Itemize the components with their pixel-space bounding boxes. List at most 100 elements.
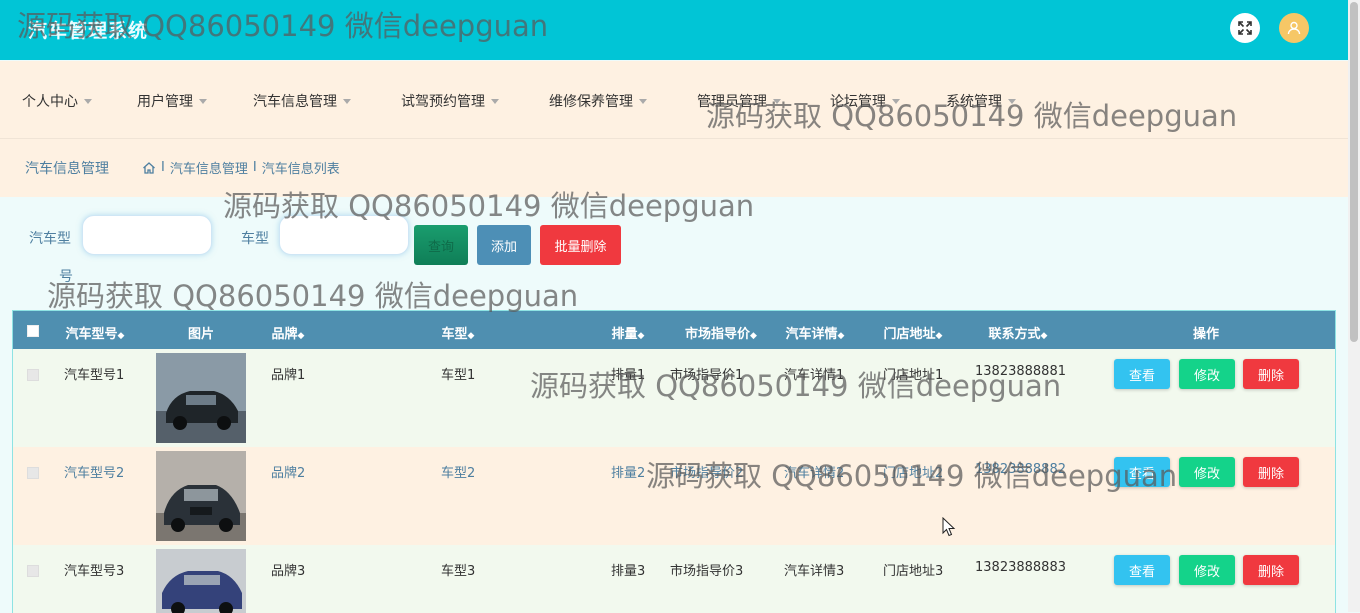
cell-contact: 13823888882 bbox=[975, 462, 1066, 477]
car-image[interactable] bbox=[156, 549, 246, 613]
query-button[interactable]: 查询 bbox=[414, 225, 468, 265]
cell-model: 汽车型号1 bbox=[64, 368, 125, 383]
select-all-checkbox[interactable] bbox=[27, 325, 39, 337]
sort-icon: ◆ bbox=[1040, 331, 1048, 341]
header-displacement[interactable]: 排量◆ bbox=[612, 323, 645, 342]
app-title: 汽车管理系统 bbox=[28, 20, 149, 42]
cell-displacement: 排量2 bbox=[611, 466, 646, 481]
cell-displacement: 排量3 bbox=[611, 564, 646, 579]
view-button[interactable]: 查看 bbox=[1114, 555, 1170, 585]
delete-button[interactable]: 删除 bbox=[1243, 457, 1299, 487]
car-image[interactable] bbox=[156, 451, 246, 541]
sort-icon: ◆ bbox=[750, 331, 757, 341]
header-action: 操作 bbox=[1192, 327, 1220, 342]
nav-item-admin[interactable]: 管理员管理 bbox=[697, 91, 781, 111]
header-model[interactable]: 汽车型号◆ bbox=[66, 323, 125, 342]
car-info-table: 汽车型号◆ 图片 品牌◆ 车型◆ 排量◆ 市场指导价◆ 汽车详情◆ 门店地址◆ … bbox=[12, 310, 1336, 613]
cell-type: 车型2 bbox=[441, 466, 476, 481]
user-avatar-button[interactable] bbox=[1279, 13, 1309, 43]
cell-displacement: 排量1 bbox=[611, 368, 646, 383]
cell-type: 车型1 bbox=[441, 368, 476, 383]
header-contact[interactable]: 联系方式◆ bbox=[989, 323, 1048, 342]
cell-detail: 汽车详情1 bbox=[784, 368, 845, 383]
scrollbar-thumb[interactable] bbox=[1350, 2, 1358, 342]
nav-item-test-drive[interactable]: 试驾预约管理 bbox=[401, 91, 499, 111]
sort-icon: ◆ bbox=[935, 331, 943, 341]
header-address[interactable]: 门店地址◆ bbox=[884, 323, 943, 342]
cell-detail: 汽车详情2 bbox=[784, 466, 845, 481]
nav-item-personal-center[interactable]: 个人中心 bbox=[22, 91, 92, 111]
breadcrumb: I 汽车信息管理 I 汽车信息列表 bbox=[142, 158, 340, 177]
table-row: 汽车型号1 品牌1 车型1 排量1 市场指导价1 汽车详情1 门店地址1 138… bbox=[13, 349, 1335, 447]
chevron-down-icon bbox=[892, 98, 900, 104]
header-image: 图片 bbox=[187, 327, 215, 342]
model-search-input[interactable] bbox=[82, 215, 212, 255]
cell-brand: 品牌1 bbox=[271, 368, 306, 383]
edit-button[interactable]: 修改 bbox=[1179, 457, 1235, 487]
cell-contact: 13823888881 bbox=[975, 364, 1066, 379]
view-button[interactable]: 查看 bbox=[1114, 457, 1170, 487]
edit-button[interactable]: 修改 bbox=[1179, 359, 1235, 389]
page-scrollbar[interactable] bbox=[1348, 0, 1360, 612]
delete-button[interactable]: 删除 bbox=[1243, 555, 1299, 585]
add-button[interactable]: 添加 bbox=[477, 225, 531, 265]
chevron-down-icon bbox=[84, 98, 92, 104]
row-checkbox[interactable] bbox=[27, 467, 39, 479]
header-brand[interactable]: 品牌◆ bbox=[272, 323, 305, 342]
breadcrumb-separator: I bbox=[161, 160, 165, 175]
expand-icon bbox=[1238, 21, 1252, 35]
header-detail[interactable]: 汽车详情◆ bbox=[786, 323, 845, 342]
mouse-cursor-icon bbox=[942, 517, 956, 537]
row-checkbox[interactable] bbox=[27, 565, 39, 577]
breadcrumb-separator: I bbox=[252, 160, 257, 175]
chevron-down-icon bbox=[1008, 98, 1016, 104]
breadcrumb-item-car-info[interactable]: 汽车信息管理 bbox=[170, 158, 248, 177]
cell-brand: 品牌3 bbox=[271, 564, 306, 579]
header-price[interactable]: 市场指导价◆ bbox=[685, 323, 757, 342]
cell-type: 车型3 bbox=[441, 564, 476, 579]
chevron-down-icon bbox=[491, 98, 499, 104]
nav-item-forum[interactable]: 论坛管理 bbox=[830, 91, 900, 111]
cell-address: 门店地址3 bbox=[883, 564, 944, 579]
cell-model: 汽车型号3 bbox=[64, 564, 125, 579]
sort-icon: ◆ bbox=[837, 331, 845, 341]
fullscreen-button[interactable] bbox=[1230, 13, 1260, 43]
delete-button[interactable]: 删除 bbox=[1243, 359, 1299, 389]
home-icon[interactable] bbox=[142, 161, 156, 175]
table-row: 汽车型号2 品牌2 车型2 排量2 市场指导价2 汽车详情2 门店地址2 138… bbox=[13, 447, 1335, 545]
chevron-down-icon bbox=[773, 98, 781, 104]
model-label-wrap: 号 bbox=[59, 269, 73, 285]
nav-item-user-management[interactable]: 用户管理 bbox=[137, 91, 207, 111]
sort-icon: ◆ bbox=[297, 331, 305, 341]
type-label: 车型 bbox=[241, 231, 269, 247]
bulk-delete-button[interactable]: 批量删除 bbox=[540, 225, 621, 265]
car-image[interactable] bbox=[156, 353, 246, 443]
cell-model: 汽车型号2 bbox=[64, 466, 125, 481]
cell-address: 门店地址2 bbox=[883, 466, 944, 481]
nav-item-car-info[interactable]: 汽车信息管理 bbox=[253, 91, 351, 111]
cell-price: 市场指导价3 bbox=[670, 564, 744, 579]
cell-contact: 13823888883 bbox=[975, 560, 1066, 575]
page-title: 汽车信息管理 bbox=[25, 161, 109, 177]
cell-detail: 汽车详情3 bbox=[784, 564, 845, 579]
cell-brand: 品牌2 bbox=[271, 466, 306, 481]
type-search-input[interactable] bbox=[279, 215, 409, 255]
cell-price: 市场指导价1 bbox=[670, 368, 744, 383]
breadcrumb-bar: 汽车信息管理 I 汽车信息管理 I 汽车信息列表 bbox=[0, 139, 1348, 197]
cell-price: 市场指导价2 bbox=[670, 466, 744, 481]
edit-button[interactable]: 修改 bbox=[1179, 555, 1235, 585]
table-row: 汽车型号3 品牌3 车型3 排量3 市场指导价3 汽车详情3 门店地址3 138… bbox=[13, 545, 1335, 613]
search-form: 汽车型 号 车型 查询 添加 批量删除 bbox=[0, 198, 1348, 308]
chevron-down-icon bbox=[639, 98, 647, 104]
cell-address: 门店地址1 bbox=[883, 368, 944, 383]
row-checkbox[interactable] bbox=[27, 369, 39, 381]
breadcrumb-item-car-list: 汽车信息列表 bbox=[261, 162, 340, 177]
sort-icon: ◆ bbox=[637, 331, 645, 341]
model-label: 汽车型 bbox=[29, 231, 71, 247]
nav-item-system[interactable]: 系统管理 bbox=[946, 91, 1016, 111]
nav-item-maintenance[interactable]: 维修保养管理 bbox=[549, 91, 647, 111]
user-icon bbox=[1287, 21, 1301, 35]
header-type[interactable]: 车型◆ bbox=[442, 323, 475, 342]
sort-icon: ◆ bbox=[467, 331, 475, 341]
view-button[interactable]: 查看 bbox=[1114, 359, 1170, 389]
